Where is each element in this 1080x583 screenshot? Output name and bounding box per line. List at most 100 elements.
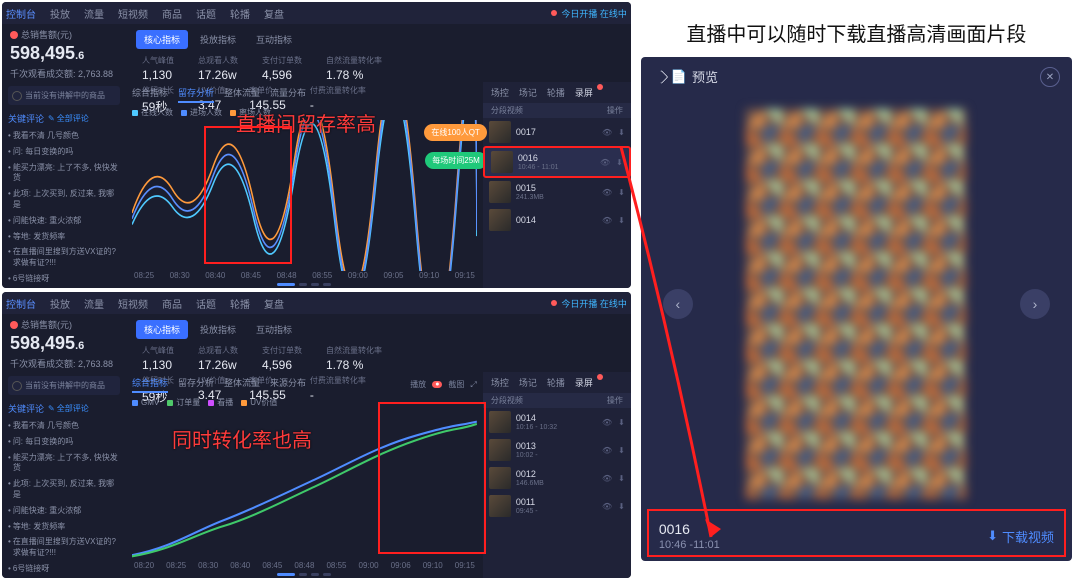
clip-item[interactable]: 001109:45 -👁⬇ xyxy=(483,492,631,520)
rp-tab[interactable]: 轮播 xyxy=(547,86,565,99)
download-icon[interactable]: ⬇ xyxy=(618,474,625,483)
pill-tab[interactable]: 核心指标 xyxy=(136,320,188,339)
clip-item[interactable]: 0012146.6MB👁⬇ xyxy=(483,464,631,492)
eye-icon[interactable]: 👁 xyxy=(602,418,612,427)
download-icon[interactable]: ⬇ xyxy=(618,418,625,427)
tool[interactable]: 播放 xyxy=(410,379,426,390)
clip-panel: 场控 场记 轮播 录屏 分段视频操作 001410:16 - 10:32👁⬇ 0… xyxy=(483,372,631,578)
clip-name: 0016 xyxy=(659,521,720,537)
nav-item[interactable]: 商品 xyxy=(162,296,182,311)
rp-tab[interactable]: 场控 xyxy=(491,376,509,389)
eye-icon[interactable]: 👁 xyxy=(602,188,612,197)
pill-tab[interactable]: 核心指标 xyxy=(136,30,188,49)
preview-icon: 📄 xyxy=(671,69,687,85)
comment-item: 能买力漂亮: 上了不多, 快快发货 xyxy=(8,162,120,186)
nav-item[interactable]: 话题 xyxy=(196,6,216,21)
comment-sidebar: 当前没有讲解中的商品 关键评论全部评论 我看不清 几号颜色 问: 每日变换的吗 … xyxy=(2,372,126,578)
chart-tab[interactable]: 留存分析 xyxy=(178,86,214,103)
preview-image xyxy=(746,109,966,499)
expand-icon[interactable]: ⤢ xyxy=(470,380,476,390)
chart-tab[interactable]: 来源分布 xyxy=(270,376,306,393)
new-dot-icon xyxy=(597,84,603,90)
chart-canvas-2 xyxy=(132,410,477,561)
sales-summary: 总销售额(元) 598,495.6 千次观看成交额: 2,763.88 xyxy=(2,314,130,374)
chart-tab[interactable]: 流量分布 xyxy=(270,86,306,103)
download-icon[interactable]: ⬇ xyxy=(616,158,623,167)
download-icon[interactable]: ⬇ xyxy=(618,216,625,225)
nav-item[interactable]: 轮播 xyxy=(230,296,250,311)
comment-item: 等地: 发货频率 xyxy=(8,231,120,244)
next-button[interactable]: › xyxy=(1020,289,1050,319)
preview-modal: 📄 预览 ✕ ‹ › 0016 10:46 -11:01 下载视频 xyxy=(641,57,1072,561)
nav-item[interactable]: 轮播 xyxy=(230,6,250,21)
chart-tab[interactable]: 综合指标 xyxy=(132,376,168,393)
rp-tab[interactable]: 场记 xyxy=(519,376,537,389)
all-comments-link[interactable]: 全部评论 xyxy=(48,403,89,414)
sales-sub: 千次观看成交额: 2,763.88 xyxy=(10,357,122,370)
pill-tab[interactable]: 投放指标 xyxy=(192,320,244,339)
nav-item[interactable]: 流量 xyxy=(84,6,104,21)
chart-tab[interactable]: 整体流量 xyxy=(224,86,260,103)
nav-item[interactable]: 复盘 xyxy=(264,296,284,311)
download-button[interactable]: 下载视频 xyxy=(987,527,1054,546)
nav-item[interactable]: 流量 xyxy=(84,296,104,311)
nav-item[interactable]: 控制台 xyxy=(6,6,36,21)
pill-tab[interactable]: 互动指标 xyxy=(248,320,300,339)
float-badge: 在线100人QT xyxy=(424,124,486,141)
download-icon[interactable]: ⬇ xyxy=(618,502,625,511)
rp-tab[interactable]: 录屏 xyxy=(575,86,593,99)
nav-item[interactable]: 投放 xyxy=(50,296,70,311)
eye-icon[interactable]: 👁 xyxy=(600,158,610,167)
comment-item: 此项: 上次买到, 反过来, 我哪是 xyxy=(8,188,120,212)
notice: 当前没有讲解中的商品 xyxy=(8,86,120,105)
comment-item: 6号链接呀 xyxy=(8,563,120,576)
comment-item: 6号链接呀 xyxy=(8,273,120,286)
rp-tab[interactable]: 场控 xyxy=(491,86,509,99)
nav-item[interactable]: 复盘 xyxy=(264,6,284,21)
nav-item[interactable]: 短视频 xyxy=(118,6,148,21)
clip-thumb xyxy=(489,209,511,231)
rp-tab[interactable]: 录屏 xyxy=(575,376,593,389)
comment-item: 我看不清 几号颜色 xyxy=(8,130,120,143)
eye-icon[interactable]: 👁 xyxy=(602,446,612,455)
eye-icon[interactable]: 👁 xyxy=(602,502,612,511)
clip-item[interactable]: 001310:02 -👁⬇ xyxy=(483,436,631,464)
rp-tab[interactable]: 场记 xyxy=(519,86,537,99)
nav-item[interactable]: 短视频 xyxy=(118,296,148,311)
sales-summary: 总销售额(元) 598,495.6 千次观看成交额: 2,763.88 xyxy=(2,24,130,84)
all-comments-link[interactable]: 全部评论 xyxy=(48,113,89,124)
clip-thumb xyxy=(491,151,513,173)
clip-item[interactable]: 0017👁⬇ xyxy=(483,118,631,146)
download-icon[interactable]: ⬇ xyxy=(618,128,625,137)
nav-item[interactable]: 话题 xyxy=(196,296,216,311)
clip-item[interactable]: 001410:16 - 10:32👁⬇ xyxy=(483,408,631,436)
chart-tab[interactable]: 整体流量 xyxy=(224,376,260,393)
eye-icon[interactable]: 👁 xyxy=(602,128,612,137)
scrub-dots[interactable] xyxy=(132,283,477,286)
retention-chart: 综合指标 留存分析 整体流量 流量分布 在线人数 进场人数 离场人数 08:25… xyxy=(126,82,483,288)
clip-item[interactable]: 0014👁⬇ xyxy=(483,206,631,234)
nav-item[interactable]: 控制台 xyxy=(6,296,36,311)
nav-item[interactable]: 投放 xyxy=(50,6,70,21)
pill-tab[interactable]: 投放指标 xyxy=(192,30,244,49)
clip-item[interactable]: 0015241.3MB👁⬇ xyxy=(483,178,631,206)
scrub-dots[interactable] xyxy=(132,573,477,576)
clip-thumb xyxy=(489,181,511,203)
dashboard-panel-2: 控制台 投放 流量 短视频 商品 话题 轮播 复盘 今日开播 在线中 总销售额(… xyxy=(2,292,631,578)
clip-item-selected[interactable]: 001610:46 - 11:01👁⬇ xyxy=(483,146,631,178)
chart-tab[interactable]: 留存分析 xyxy=(178,376,214,393)
download-icon[interactable]: ⬇ xyxy=(618,188,625,197)
conversion-chart: 综合指标 留存分析 整体流量 来源分布 播放●截图⤢ GMV 订单量 看播 UV… xyxy=(126,372,483,578)
eye-icon[interactable]: 👁 xyxy=(602,474,612,483)
prev-button[interactable]: ‹ xyxy=(663,289,693,319)
sales-value: 598,495.6 xyxy=(10,333,122,354)
tool[interactable]: 截图 xyxy=(448,379,464,390)
eye-icon[interactable]: 👁 xyxy=(602,216,612,225)
nav-item[interactable]: 商品 xyxy=(162,6,182,21)
close-button[interactable]: ✕ xyxy=(1040,67,1060,87)
chart-tab[interactable]: 综合指标 xyxy=(132,86,168,103)
rp-tab[interactable]: 轮播 xyxy=(547,376,565,389)
pill-tab[interactable]: 互动指标 xyxy=(248,30,300,49)
download-icon[interactable]: ⬇ xyxy=(618,446,625,455)
metric-tabset: 核心指标 投放指标 互动指标 xyxy=(136,320,631,339)
